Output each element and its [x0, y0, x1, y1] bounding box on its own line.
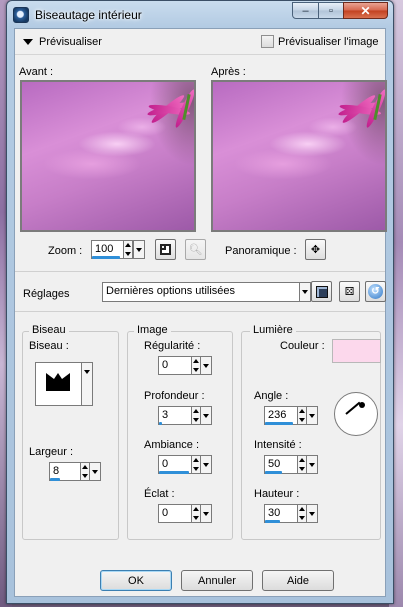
- help-button[interactable]: Aide: [262, 570, 334, 591]
- bevel-shape-icon: [46, 373, 70, 391]
- intensity-slider-bar[interactable]: [265, 471, 282, 474]
- magnifier-icon: 🔍︎: [188, 244, 203, 256]
- smoothness-input[interactable]: 0: [158, 356, 192, 375]
- smoothness-dropdown[interactable]: [200, 356, 212, 375]
- image-group-title: Image: [134, 324, 171, 336]
- light-group: Lumière Couleur : Angle : 236 Intensité …: [241, 324, 381, 540]
- preview-toggle-label[interactable]: Prévisualiser: [39, 36, 102, 48]
- depth-label: Profondeur :: [144, 390, 205, 402]
- ambience-slider-bar[interactable]: [159, 471, 189, 474]
- ok-button[interactable]: OK: [100, 570, 172, 591]
- collapse-triangle-icon[interactable]: [23, 39, 33, 45]
- ambience-dropdown[interactable]: [200, 455, 212, 474]
- maximize-icon: ▫: [329, 4, 333, 17]
- angle-dropdown[interactable]: [306, 406, 318, 425]
- elevation-label: Hauteur :: [254, 488, 300, 500]
- save-preset-button[interactable]: [311, 281, 332, 302]
- pan-label: Panoramique :: [225, 245, 297, 257]
- smoothness-label: Régularité :: [144, 340, 201, 352]
- pan-button[interactable]: ✥: [305, 239, 326, 260]
- bevel-shape-picker[interactable]: [35, 362, 82, 406]
- after-label: Après :: [211, 66, 246, 78]
- intensity-dropdown[interactable]: [306, 455, 318, 474]
- randomize-button[interactable]: ⚄: [339, 281, 360, 302]
- reset-button[interactable]: ↺: [365, 281, 386, 302]
- close-button[interactable]: ✕: [343, 2, 388, 19]
- after-preview-image[interactable]: [211, 80, 387, 232]
- depth-slider-bar[interactable]: [159, 422, 162, 425]
- bevel-label: Biseau :: [29, 340, 69, 352]
- divider: [15, 311, 385, 312]
- before-label: Avant :: [19, 66, 54, 78]
- settings-label: Réglages: [23, 288, 70, 300]
- reset-icon: ↺: [368, 284, 383, 299]
- shininess-input[interactable]: 0: [158, 504, 192, 523]
- before-preview-image[interactable]: [20, 80, 196, 232]
- save-disk-icon: [315, 285, 328, 298]
- zoom-fit-button[interactable]: [155, 239, 176, 260]
- light-group-title: Lumière: [250, 324, 296, 336]
- maximize-button[interactable]: ▫: [318, 2, 344, 19]
- zoom-fit-icon: [160, 244, 171, 255]
- zoom-label: Zoom :: [48, 245, 83, 257]
- divider: [15, 271, 385, 272]
- preview-image-label: Prévisualiser l'image: [278, 36, 379, 48]
- shininess-dropdown[interactable]: [200, 504, 212, 523]
- intensity-label: Intensité :: [254, 439, 302, 451]
- dial-knob: [359, 402, 365, 408]
- app-icon: [13, 7, 29, 23]
- shininess-label: Éclat :: [144, 488, 175, 500]
- move-arrows-icon: ✥: [310, 244, 321, 256]
- bevel-shape-dropdown[interactable]: [81, 362, 93, 406]
- dice-icon: ⚄: [344, 286, 355, 298]
- ambience-label: Ambiance :: [144, 439, 200, 451]
- width-label: Largeur :: [29, 446, 74, 458]
- bevel-group: Biseau Biseau : Largeur : 8: [22, 324, 119, 540]
- zoom-tool-button[interactable]: 🔍︎: [185, 239, 206, 260]
- title-bar[interactable]: Biseautage intérieur – ▫ ✕: [7, 1, 393, 28]
- preset-select[interactable]: Dernières options utilisées: [102, 282, 300, 302]
- zoom-dropdown[interactable]: [133, 240, 145, 259]
- window-title: Biseautage intérieur: [35, 8, 142, 22]
- preset-dropdown-button[interactable]: [299, 282, 311, 302]
- close-icon: ✕: [360, 3, 371, 18]
- zoom-slider-bar[interactable]: [92, 256, 120, 259]
- cancel-button[interactable]: Annuler: [181, 570, 253, 591]
- minimize-button[interactable]: –: [292, 2, 319, 19]
- angle-dial[interactable]: [334, 392, 378, 436]
- width-dropdown[interactable]: [89, 462, 101, 481]
- dialog-window: Biseautage intérieur – ▫ ✕ Prévisualiser…: [6, 0, 394, 604]
- color-label: Couleur :: [280, 340, 325, 352]
- zoom-spinner[interactable]: [123, 240, 133, 259]
- minimize-icon: –: [302, 4, 309, 17]
- width-slider-bar[interactable]: [50, 478, 60, 481]
- preview-header: Prévisualiser Prévisualiser l'image: [15, 29, 385, 55]
- angle-label: Angle :: [254, 390, 289, 402]
- angle-slider-bar[interactable]: [265, 422, 293, 425]
- depth-input[interactable]: 3: [158, 406, 192, 425]
- bevel-group-title: Biseau: [29, 324, 69, 336]
- light-color-swatch[interactable]: [332, 339, 381, 363]
- image-group: Image Régularité : 0 Profondeur : 3 Ambi…: [127, 324, 233, 540]
- preview-image-checkbox[interactable]: [261, 35, 274, 48]
- elevation-dropdown[interactable]: [306, 504, 318, 523]
- depth-dropdown[interactable]: [200, 406, 212, 425]
- elevation-slider-bar[interactable]: [265, 520, 280, 523]
- dialog-client-area: Prévisualiser Prévisualiser l'image Avan…: [14, 28, 387, 597]
